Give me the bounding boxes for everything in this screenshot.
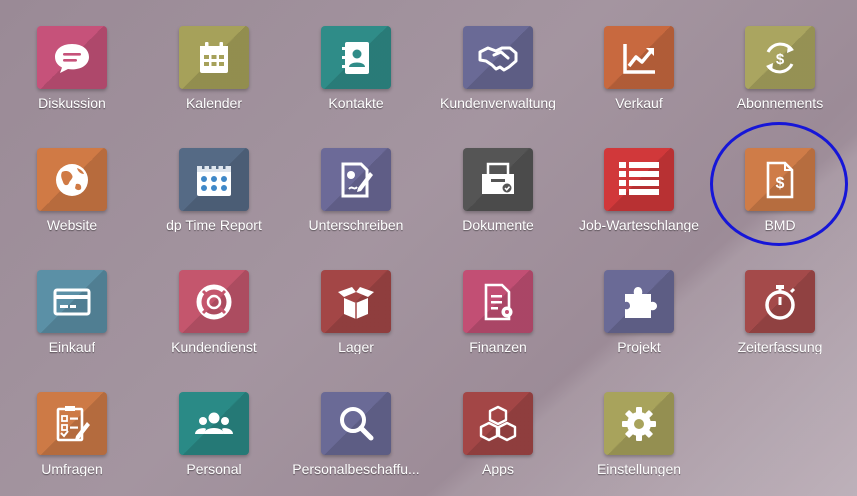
app-tile (179, 148, 249, 212)
app-tile (37, 392, 107, 456)
globe-icon (56, 163, 88, 196)
app-tile (321, 392, 391, 456)
app-kundenverwaltung[interactable]: Kundenverwaltung (427, 0, 569, 110)
app-tile (321, 270, 391, 334)
svg-text:$: $ (776, 175, 785, 192)
app-label: Kontakte (328, 95, 384, 110)
app-label: Lager (338, 339, 374, 354)
app-diskussion[interactable]: Diskussion (1, 0, 143, 110)
app-tile: $ (745, 148, 815, 212)
box-icon (338, 286, 374, 319)
app-tile (37, 26, 107, 90)
app-label: Diskussion (38, 95, 106, 110)
app-label: Kundendienst (171, 339, 257, 354)
app-tile (604, 270, 674, 334)
chat-icon (55, 43, 89, 73)
app-label: Einkauf (48, 339, 96, 354)
app-dp-time-report[interactable]: dp Time Report (143, 122, 285, 232)
users-icon (195, 412, 233, 434)
search-icon (340, 406, 374, 441)
app-website[interactable]: Website (1, 122, 143, 232)
app-label: Job-Warteschlange (578, 217, 700, 232)
sign-document-icon (341, 162, 373, 198)
list-icon (619, 161, 659, 195)
app-tile (37, 270, 107, 334)
app-verkauf[interactable]: Verkauf (568, 0, 710, 110)
cubes-icon (479, 405, 517, 441)
address-book-icon (342, 41, 369, 74)
app-tile (37, 148, 107, 212)
app-personal[interactable]: Personal (143, 366, 285, 476)
lifebuoy-icon (196, 284, 232, 320)
app-label: dp Time Report (166, 217, 262, 232)
app-kalender[interactable]: Kalender (143, 0, 285, 110)
app-kontakte[interactable]: Kontakte (285, 0, 427, 110)
calendar-check-icon (197, 161, 231, 196)
app-bmd[interactable]: $ BMD (709, 122, 851, 232)
app-einkauf[interactable]: Einkauf (1, 244, 143, 354)
app-lager[interactable]: Lager (285, 244, 427, 354)
app-tile (604, 392, 674, 456)
app-unterschreiben[interactable]: Unterschreiben (285, 122, 427, 232)
app-label: Einstellungen (596, 461, 682, 476)
app-zeiterfassung[interactable]: Zeiterfassung (709, 244, 851, 354)
app-abonnements[interactable]: $ Abonnements (709, 0, 851, 110)
credit-card-icon (53, 288, 91, 316)
app-tile (463, 392, 533, 456)
app-label: Verkauf (615, 95, 663, 110)
app-tile (463, 148, 533, 212)
svg-text:$: $ (776, 51, 785, 68)
app-tile: $ (745, 26, 815, 90)
app-projekt[interactable]: Projekt (568, 244, 710, 354)
app-umfragen[interactable]: Umfragen (1, 366, 143, 476)
app-label: BMD (764, 217, 796, 232)
app-label: Abonnements (736, 95, 824, 110)
checklist-icon (56, 405, 90, 442)
app-finanzen[interactable]: Finanzen (427, 244, 569, 354)
puzzle-icon (625, 286, 657, 318)
app-label: Website (46, 217, 98, 232)
recurring-dollar-icon: $ (766, 42, 794, 74)
app-label: Dokumente (462, 217, 534, 232)
app-label: Umfragen (41, 461, 103, 476)
handshake-icon (478, 46, 518, 72)
app-personalbeschaffung[interactable]: Personalbeschaffu... (285, 366, 427, 476)
app-tile (321, 148, 391, 212)
app-job-warteschlange[interactable]: Job-Warteschlange (568, 122, 710, 232)
app-tile (604, 148, 674, 212)
app-label: Kundenverwaltung (440, 95, 556, 110)
app-apps[interactable]: Apps (427, 366, 569, 476)
app-tile (179, 392, 249, 456)
app-tile (604, 26, 674, 90)
app-einstellungen[interactable]: Einstellungen (568, 366, 710, 476)
dollar-file-icon: $ (766, 161, 794, 199)
finance-document-icon (484, 283, 513, 321)
app-label: Personalbeschaffu... (292, 461, 420, 476)
app-tile (179, 270, 249, 334)
app-tile (463, 270, 533, 334)
app-tile (745, 270, 815, 334)
document-tray-icon (482, 162, 514, 194)
gear-icon (622, 406, 656, 441)
app-tile (321, 26, 391, 90)
calendar-icon (200, 41, 228, 73)
app-label: Personal (186, 461, 242, 476)
app-label: Zeiterfassung (737, 339, 823, 354)
app-tile (179, 26, 249, 90)
app-dokumente[interactable]: Dokumente (427, 122, 569, 232)
app-tile (463, 26, 533, 90)
stopwatch-icon (765, 284, 796, 320)
chart-line-icon (623, 43, 655, 74)
app-label: Apps (482, 461, 514, 476)
app-label: Finanzen (469, 339, 527, 354)
app-label: Unterschreiben (308, 217, 404, 232)
app-kundendienst[interactable]: Kundendienst (143, 244, 285, 354)
app-label: Kalender (185, 95, 243, 110)
app-label: Projekt (617, 339, 661, 354)
